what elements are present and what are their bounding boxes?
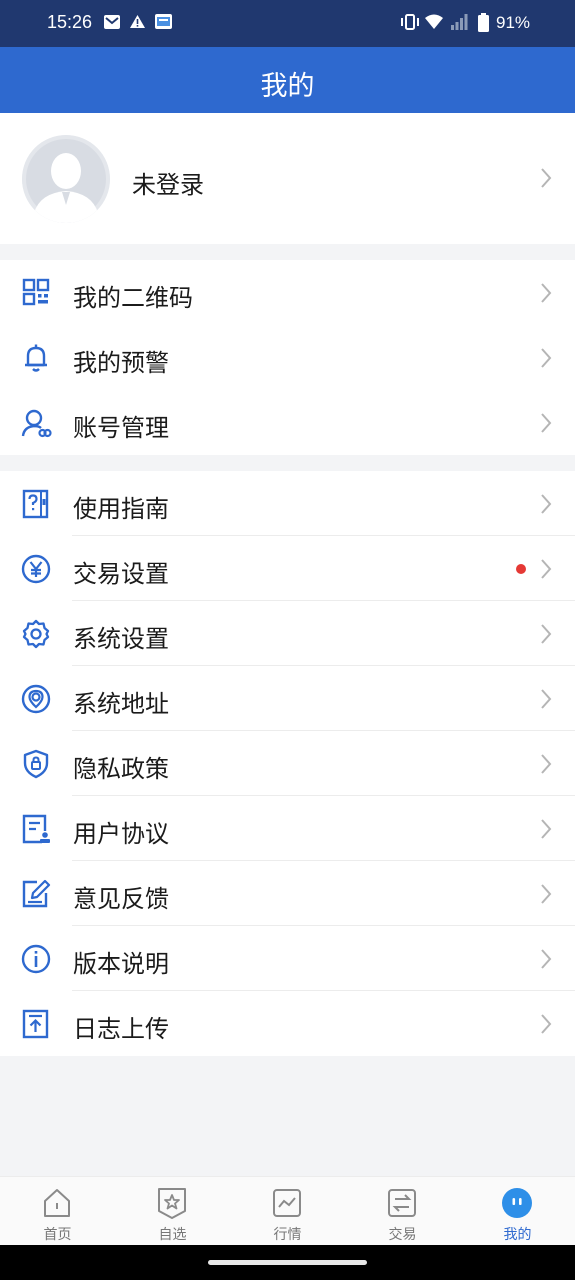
location-icon — [21, 684, 51, 714]
menu-item-alerts[interactable]: 我的预警 — [0, 325, 575, 390]
battery-icon — [478, 13, 489, 32]
title-bar: 我的 — [0, 47, 575, 113]
chart-icon — [273, 1189, 301, 1217]
tab-label: 交易 — [388, 1227, 417, 1243]
tab-label: 行情 — [273, 1227, 302, 1243]
chevron-right-icon — [541, 1014, 552, 1034]
chevron-right-icon — [541, 559, 552, 579]
red-dot-badge — [516, 564, 526, 574]
menu-item-log-upload[interactable]: 日志上传 — [0, 991, 575, 1056]
gmail-notification-icon — [104, 15, 120, 29]
menu-item-user-agreement[interactable]: 用户协议 — [0, 796, 575, 861]
tab-label: 自选 — [158, 1227, 187, 1243]
profile-row[interactable]: 未登录 — [0, 113, 575, 244]
menu-item-version-info[interactable]: 版本说明 — [0, 926, 575, 991]
avatar[interactable] — [22, 135, 110, 223]
battery-percent: 91% — [496, 13, 531, 32]
menu-item-user-guide[interactable]: 使用指南 — [0, 471, 575, 536]
menu-label: 交易设置 — [73, 560, 169, 588]
menu-group-settings: 使用指南 交易设置 系统设置 系统地址 隐私政策 用户协议 意见反馈 版本说明 … — [0, 471, 575, 1056]
chevron-right-icon — [541, 494, 552, 514]
chevron-right-icon — [541, 689, 552, 709]
chevron-right-icon — [541, 624, 552, 644]
upload-icon — [22, 1009, 49, 1039]
tab-home[interactable]: 首页 — [0, 1177, 115, 1246]
chevron-right-icon — [541, 819, 552, 839]
default-avatar-icon — [22, 135, 110, 223]
alert-notification-icon — [130, 15, 145, 28]
tab-label: 我的 — [503, 1227, 532, 1243]
signal-icon — [451, 14, 468, 30]
chevron-right-icon — [541, 168, 552, 188]
exchange-icon — [388, 1189, 416, 1217]
gear-icon — [22, 619, 50, 649]
chevron-right-icon — [541, 884, 552, 904]
status-bar: 15:26 91% — [0, 0, 575, 47]
wifi-icon — [425, 14, 443, 29]
star-icon — [158, 1188, 186, 1219]
menu-label: 我的预警 — [73, 349, 169, 377]
menu-label: 账号管理 — [73, 414, 169, 442]
menu-label: 意见反馈 — [73, 885, 169, 913]
menu-item-qr-code[interactable]: 我的二维码 — [0, 260, 575, 325]
menu-item-system-address[interactable]: 系统地址 — [0, 666, 575, 731]
login-status-label: 未登录 — [132, 171, 204, 199]
yen-icon — [21, 554, 51, 584]
menu-label: 隐私政策 — [73, 755, 169, 783]
menu-item-feedback[interactable]: 意见反馈 — [0, 861, 575, 926]
system-nav-bar — [0, 1245, 575, 1280]
menu-label: 日志上传 — [73, 1015, 169, 1043]
tab-market[interactable]: 行情 — [230, 1177, 345, 1246]
qr-code-icon — [22, 278, 50, 306]
menu-item-account-management[interactable]: 账号管理 — [0, 390, 575, 455]
menu-label: 用户协议 — [73, 820, 169, 848]
tab-watchlist[interactable]: 自选 — [115, 1177, 230, 1246]
menu-group-account: 我的二维码 我的预警 账号管理 — [0, 260, 575, 455]
status-time: 15:26 — [47, 12, 93, 32]
menu-item-system-settings[interactable]: 系统设置 — [0, 601, 575, 666]
home-icon — [44, 1189, 70, 1217]
feedback-icon — [22, 879, 51, 908]
agreement-icon — [22, 814, 50, 844]
menu-label: 系统地址 — [73, 690, 169, 718]
chevron-right-icon — [541, 754, 552, 774]
face-icon — [502, 1188, 532, 1218]
bottom-tab-bar: 首页 自选 行情 交易 我的 — [0, 1176, 575, 1245]
menu-label: 我的二维码 — [73, 284, 193, 312]
tab-label: 首页 — [43, 1227, 72, 1243]
tab-trade[interactable]: 交易 — [345, 1177, 460, 1246]
chevron-right-icon — [541, 949, 552, 969]
info-icon — [21, 944, 51, 974]
tab-mine[interactable]: 我的 — [460, 1177, 575, 1246]
account-icon — [21, 409, 52, 438]
menu-label: 系统设置 — [73, 625, 169, 653]
chevron-right-icon — [541, 348, 552, 368]
app-notification-icon — [155, 14, 172, 29]
menu-item-privacy-policy[interactable]: 隐私政策 — [0, 731, 575, 796]
menu-label: 版本说明 — [73, 950, 169, 978]
bell-icon — [25, 344, 47, 372]
chevron-right-icon — [541, 283, 552, 303]
guide-icon — [22, 489, 49, 519]
page-title: 我的 — [260, 71, 315, 102]
chevron-right-icon — [541, 413, 552, 433]
vibrate-icon — [401, 14, 419, 30]
menu-label: 使用指南 — [73, 495, 169, 523]
menu-item-trade-settings[interactable]: 交易设置 — [0, 536, 575, 601]
shield-icon — [23, 749, 49, 779]
home-gesture-handle[interactable] — [208, 1260, 367, 1265]
